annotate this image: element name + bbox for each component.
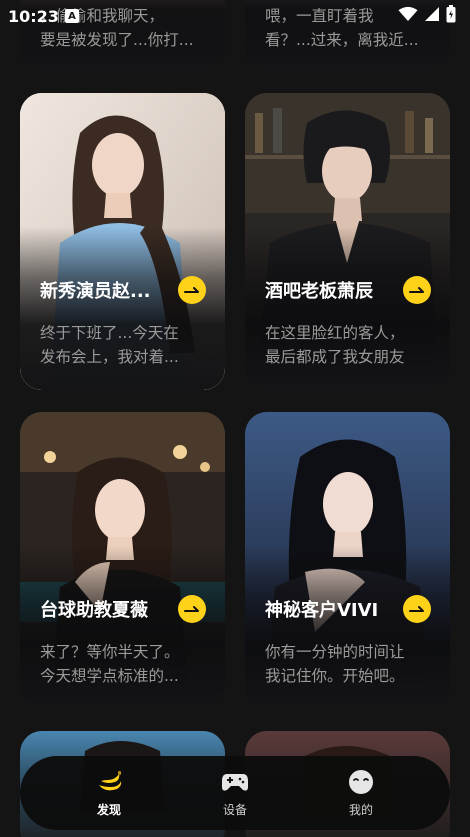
arrow-right-icon[interactable] [178,595,206,623]
status-time: 10:23 [8,6,59,26]
character-card[interactable]: 酒吧老板萧辰 在这里脸红的客人， 最后都成了我女朋友 [245,93,450,390]
bottom-tab-bar: 发现 设备 我的 [20,756,450,830]
face-icon [347,769,375,795]
gamepad-icon [221,769,249,795]
status-bar: 10:23 A [0,0,470,32]
card-description: 你有一分钟的时间让 我记住你。开始吧。 [265,643,405,685]
card-description: 来了？等你半天了。 今天想学点标准的... [40,643,180,685]
notification-icon: A [64,9,79,23]
wifi-icon [398,6,418,26]
battery-icon [446,5,456,27]
tab-label: 发现 [96,802,121,817]
card-title: 新秀演员赵... [40,281,151,302]
signal-icon [424,6,440,26]
character-card[interactable]: 台球助教夏薇 来了？等你半天了。 今天想学点标准的... [20,412,225,709]
banana-icon [95,769,123,795]
status-indicators [398,5,456,27]
tab-label: 设备 [222,802,247,817]
card-title: 台球助教夏薇 [40,600,148,621]
card-title: 酒吧老板萧辰 [265,281,373,302]
character-card[interactable]: 神秘客户VIVI 你有一分钟的时间让 我记住你。开始吧。 [245,412,450,709]
arrow-right-icon[interactable] [178,276,206,304]
arrow-right-icon[interactable] [403,276,431,304]
card-description: 终于下班了...今天在 发布会上，我对着... [40,324,179,366]
tab-devices[interactable]: 设备 [200,769,270,818]
arrow-right-icon[interactable] [403,595,431,623]
tab-label: 我的 [348,802,373,817]
card-title: 神秘客户VIVI [265,600,379,621]
tab-profile[interactable]: 我的 [326,769,396,818]
character-card[interactable]: 新秀演员赵... 终于下班了...今天在 发布会上，我对着... [20,93,225,390]
card-description: 在这里脸红的客人， 最后都成了我女朋友 [265,324,405,366]
tab-discover[interactable]: 发现 [74,769,144,818]
